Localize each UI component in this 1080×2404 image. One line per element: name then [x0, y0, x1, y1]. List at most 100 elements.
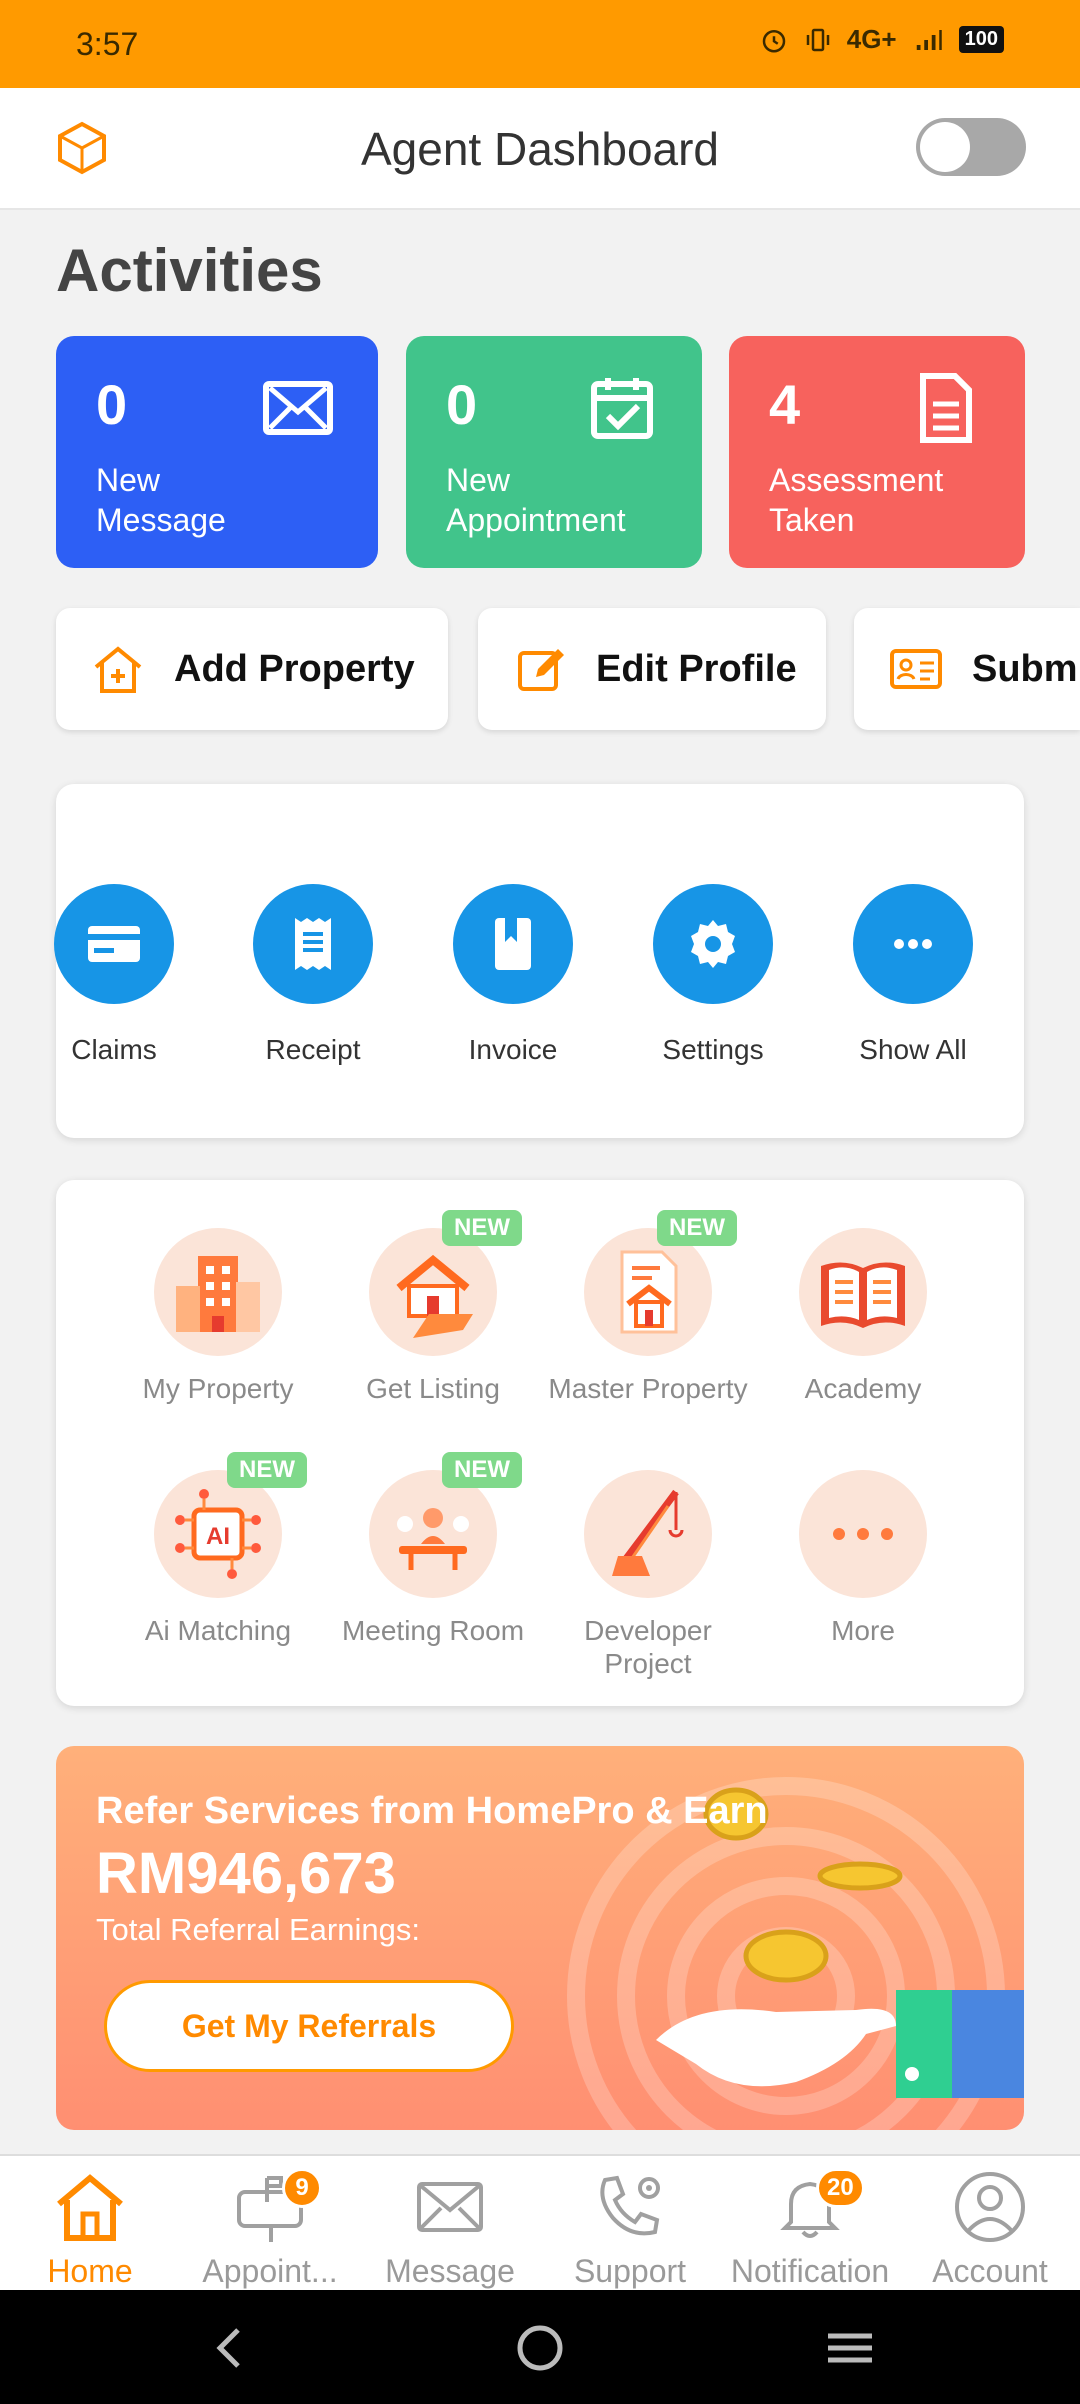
label-line: Message [96, 502, 226, 538]
building-icon [176, 1256, 260, 1332]
submit-button[interactable]: Submi [854, 608, 1080, 730]
vibrate-icon [806, 28, 829, 51]
service-label: Claims [71, 1034, 157, 1065]
service-receipt[interactable]: Receipt [233, 884, 393, 1066]
system-navigation-bar [0, 2290, 1080, 2404]
claims-circle [54, 884, 174, 1004]
add-property-button[interactable]: Add Property [56, 608, 448, 730]
nav-label: Account [932, 2253, 1048, 2289]
feature-label: Meeting Room [341, 1615, 525, 1646]
bottom-navigation: Home 9 Appoint... Message Support 20 Not… [0, 2154, 1080, 2290]
add-property-label: Add Property [174, 647, 415, 690]
label-line: Taken [769, 502, 855, 538]
show-all-circle [853, 884, 973, 1004]
service-settings[interactable]: Settings [633, 884, 793, 1066]
feature-circle [799, 1228, 927, 1356]
app-header: Agent Dashboard [0, 88, 1080, 210]
status-icons: 4G+ 100 [759, 24, 1004, 55]
feature-label: Get Listing [366, 1373, 500, 1404]
service-label: Invoice [468, 1034, 558, 1065]
feature-label: Academy [804, 1373, 922, 1404]
feature-label: Ai Matching [144, 1615, 292, 1646]
service-invoice[interactable]: Invoice [433, 884, 593, 1066]
recents-icon[interactable] [820, 2318, 880, 2378]
new-badge: NEW [227, 1452, 307, 1488]
feature-meeting-room[interactable]: NEW Meeting Room [328, 1452, 538, 1647]
notification-badge: 20 [816, 2168, 865, 2208]
feature-label: My Property [142, 1373, 294, 1404]
feature-circle [584, 1470, 712, 1598]
ai-chip-icon: AI [175, 1489, 261, 1579]
nav-message[interactable]: Message [360, 2168, 540, 2290]
document-icon [920, 373, 972, 443]
nav-label: Support [573, 2253, 687, 2289]
nav-support[interactable]: Support [540, 2168, 720, 2290]
service-show-all[interactable]: Show All [833, 884, 993, 1066]
user-icon [955, 2172, 1025, 2242]
back-icon[interactable] [200, 2318, 260, 2378]
receipt-icon [295, 918, 331, 970]
card-icon [88, 926, 140, 962]
alarm-icon [762, 29, 785, 52]
new-appointment-card[interactable]: 0 New Appointment [406, 336, 702, 568]
mode-toggle[interactable] [916, 118, 1026, 176]
appointment-badge: 9 [282, 2168, 322, 2208]
feature-ai-matching[interactable]: AI NEW Ai Matching [113, 1452, 323, 1647]
edit-profile-button[interactable]: Edit Profile [478, 608, 826, 730]
referral-amount: RM946,673 [96, 1841, 396, 1906]
label-line: Appointment [446, 502, 626, 538]
house-plus-icon [94, 646, 142, 693]
status-bar: 3:57 4G+ 100 [0, 0, 1080, 88]
network-label: 4G+ [846, 24, 897, 54]
label-line: New [446, 462, 511, 498]
toggle-knob [920, 122, 970, 172]
nav-home[interactable]: Home [0, 2168, 180, 2290]
label-line: New [96, 462, 161, 498]
nav-appointment[interactable]: 9 Appoint... [180, 2168, 360, 2290]
edit-profile-label: Edit Profile [596, 647, 797, 690]
meeting-icon [397, 1508, 469, 1570]
feature-developer-project[interactable]: Developer Project [543, 1470, 753, 1680]
receipt-circle [253, 884, 373, 1004]
envelope-icon [417, 2182, 483, 2232]
service-label: Settings [662, 1034, 764, 1065]
referral-banner[interactable]: Refer Services from HomePro & Earn RM946… [56, 1746, 1024, 2130]
message-card-label: New Message [96, 460, 226, 540]
submit-label: Submi [972, 647, 1080, 690]
book-icon [495, 918, 531, 970]
feature-label: Master Property [548, 1373, 748, 1404]
phone-gear-icon [600, 2175, 660, 2236]
feature-my-property[interactable]: My Property [113, 1228, 323, 1405]
feature-circle [369, 1470, 497, 1598]
feature-get-listing[interactable]: NEW Get Listing [328, 1210, 538, 1405]
assessment-card-label: Assessment Taken [769, 460, 943, 540]
crane-icon [612, 1489, 684, 1576]
id-card-icon [890, 649, 942, 689]
svg-text:AI: AI [206, 1523, 230, 1550]
assessment-taken-card[interactable]: 4 Assessment Taken [729, 336, 1025, 568]
document-house-icon [620, 1250, 678, 1334]
feature-academy[interactable]: Academy [758, 1228, 968, 1405]
service-claims[interactable]: Claims [34, 884, 194, 1066]
feature-circle [154, 1228, 282, 1356]
activities-heading: Activities [56, 237, 323, 304]
feature-circle [369, 1228, 497, 1356]
home-circle-icon[interactable] [510, 2318, 570, 2378]
feature-master-property[interactable]: NEW Master Property [543, 1210, 753, 1405]
new-badge: NEW [442, 1452, 522, 1488]
get-my-referrals-button[interactable]: Get My Referrals [104, 1980, 514, 2072]
settings-circle [653, 884, 773, 1004]
new-badge: NEW [657, 1210, 737, 1246]
new-badge: NEW [442, 1210, 522, 1246]
new-message-card[interactable]: 0 New Message [56, 336, 378, 568]
label-line: Developer [584, 1615, 712, 1646]
feature-more[interactable]: More [758, 1470, 968, 1647]
nav-account[interactable]: Account [900, 2168, 1080, 2290]
more-icon [894, 939, 932, 949]
label-line: Project [604, 1648, 692, 1679]
feature-label: More [831, 1615, 895, 1646]
nav-notification[interactable]: 20 Notification [720, 2168, 900, 2290]
referral-subtitle: Total Referral Earnings: [96, 1912, 420, 1947]
house-hand-icon [396, 1254, 473, 1338]
feature-circle: AI [154, 1470, 282, 1598]
